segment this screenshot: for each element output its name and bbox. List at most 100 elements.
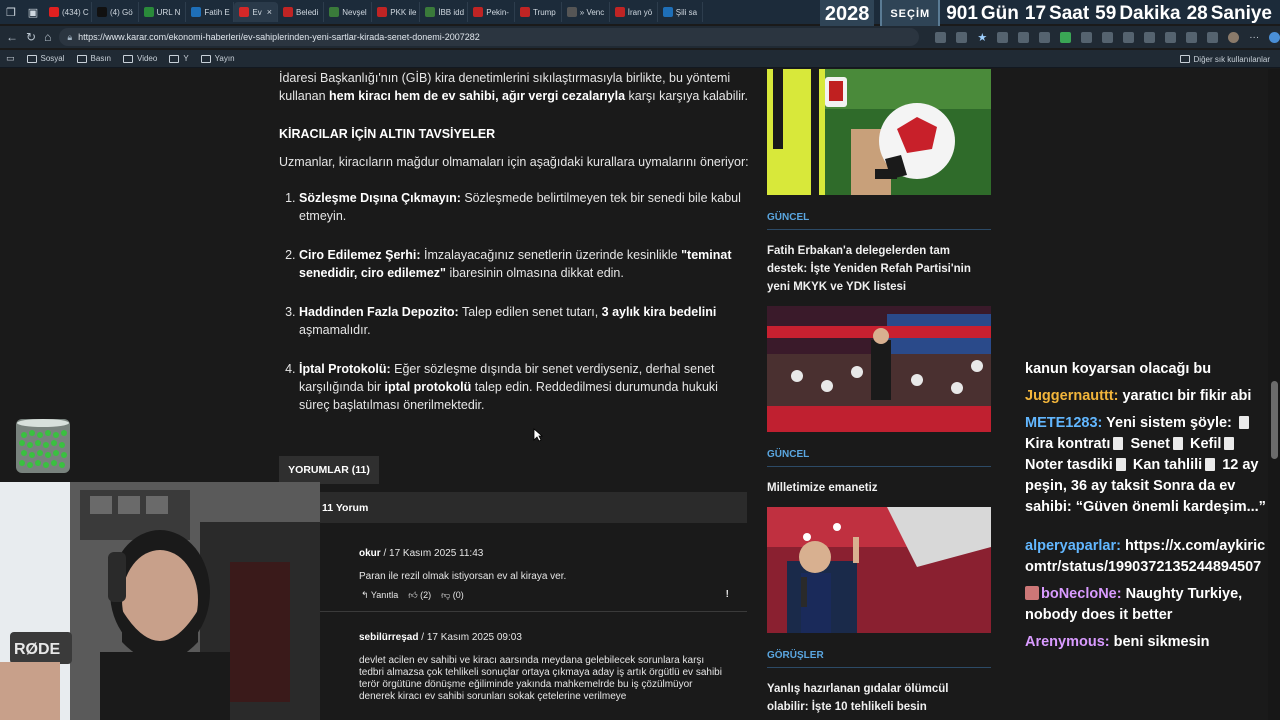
tip-title: Haddinden Fazla Depozito: <box>299 305 459 319</box>
workspaces-icon[interactable]: ❐ <box>0 0 22 24</box>
countdown-badge: SEÇİM <box>880 0 941 28</box>
countdown-minutes-value: 59 <box>1095 3 1117 24</box>
chat-username: boNecloNe: <box>1041 586 1122 602</box>
tab-actions-icon[interactable]: ▣ <box>22 0 44 24</box>
browser-tab[interactable]: PKK ile <box>372 2 421 22</box>
bookmark-folder-video[interactable]: Video <box>123 54 157 63</box>
comments-tab[interactable]: YORUMLAR (11) <box>279 456 379 484</box>
url-field[interactable]: 🔒︎ https://www.karar.com/ekonomi-haberle… <box>59 28 920 46</box>
chat-text-part: Kan tahlili <box>1132 457 1203 473</box>
dislike-count: (0) <box>452 590 464 600</box>
countdown-days-unit: Gün <box>980 3 1019 24</box>
other-bookmarks[interactable]: Diğer sık kullanılanlar <box>1179 50 1270 68</box>
back-icon[interactable]: ← <box>6 30 18 44</box>
browser-tab[interactable]: (434) C <box>44 2 92 22</box>
report-icon[interactable]: ! <box>726 589 729 600</box>
reader-icon[interactable] <box>935 31 947 43</box>
favorite-star-icon[interactable]: ★ <box>977 31 987 44</box>
news-image-football[interactable] <box>767 69 991 195</box>
extension-icon-4[interactable] <box>1060 31 1072 43</box>
browser-tab[interactable]: Nevşel <box>324 2 373 22</box>
more-icon[interactable] <box>956 31 968 43</box>
bookmark-folder-yayin[interactable]: Yayın <box>200 54 235 63</box>
tab-label: Beledi <box>296 7 319 17</box>
extension-icon-1[interactable] <box>997 31 1009 43</box>
folder-icon <box>1179 55 1190 63</box>
comment-author[interactable]: sebilürreşad <box>359 632 418 643</box>
browser-tab[interactable]: Beledi <box>278 2 325 22</box>
profile-avatar-icon[interactable] <box>1228 31 1240 43</box>
tab-favicon-icon <box>239 7 250 17</box>
folder-icon <box>76 54 87 63</box>
news-image-speech[interactable] <box>767 507 991 633</box>
article-body: İdaresi Başkanlığı'nın (GİB) kira deneti… <box>279 69 749 435</box>
bookmark-label: Basın <box>90 54 111 63</box>
extension-icon-2[interactable] <box>1018 31 1030 43</box>
tip-bold: iptal protokolü <box>384 380 472 394</box>
browser-tab[interactable]: Fatih E <box>186 2 235 22</box>
browser-tab[interactable]: Trump <box>515 2 562 22</box>
comment-item: sebilürreşad / 17 Kasım 2025 09:03 devle… <box>279 621 747 720</box>
settings-menu-icon[interactable]: ··· <box>1249 32 1259 43</box>
mouse-cursor-icon <box>533 428 543 442</box>
bookmarks-toggle-icon[interactable]: ▭ <box>6 53 15 64</box>
address-bar: ← ↻ ⌂ 🔒︎ https://www.karar.com/ekonomi-h… <box>0 26 1280 48</box>
chat-text-part: Noter tasdiki <box>1025 457 1113 473</box>
reload-icon[interactable]: ↻ <box>26 30 36 44</box>
tip-item: Haddinden Fazla Depozito: Talep edilen s… <box>299 303 749 339</box>
comment-actions: ↰ Yanıtla 👍︎ (2) 👎︎ (0) <box>361 590 464 601</box>
tab-label: Pekin- <box>486 7 509 17</box>
browser-tab[interactable]: Ev × <box>234 2 278 22</box>
news-category[interactable]: GÜNCEL <box>767 212 991 230</box>
document-emoji-icon <box>1205 458 1216 471</box>
article-lead: Uzmanlar, kiracıların mağdur olmamaları … <box>279 155 749 169</box>
tab-label: URL N <box>156 7 181 17</box>
svg-text:RØDE: RØDE <box>14 641 61 658</box>
bookmark-folder-y[interactable]: Y <box>169 54 189 63</box>
tab-close-icon[interactable]: × <box>267 7 272 17</box>
extension-icon-6[interactable] <box>1102 31 1114 43</box>
collections-icon[interactable] <box>1165 31 1177 43</box>
like-button[interactable]: 👍︎ (2) <box>408 590 431 601</box>
tab-label: PKK ile <box>390 7 417 17</box>
page-scrollbar[interactable] <box>1268 69 1280 720</box>
news-category[interactable]: GÖRÜŞLER <box>767 650 991 668</box>
reply-button[interactable]: ↰ Yanıtla <box>361 590 398 601</box>
favorites-icon[interactable] <box>1144 31 1156 43</box>
tab-label: Trump <box>532 7 556 17</box>
extension-icon-5[interactable] <box>1081 31 1093 43</box>
downloads-icon[interactable] <box>1207 31 1219 43</box>
tab-favicon-icon <box>473 7 484 17</box>
news-image-rally[interactable] <box>767 306 991 432</box>
browser-tab[interactable]: İBB idd <box>420 2 469 22</box>
intro-bold: hem kiracı hem de ev sahibi, ağır vergi … <box>329 89 626 103</box>
home-icon[interactable]: ⌂ <box>44 30 51 44</box>
news-title[interactable]: Yanlış hazırlanan gıdalar ölümcül olabil… <box>767 680 991 716</box>
news-title[interactable]: Milletimize emanetiz <box>767 479 991 497</box>
chat-text: Yeni sistem şöyle: <box>1102 415 1236 431</box>
news-category[interactable]: GÜNCEL <box>767 449 991 467</box>
scrollbar-thumb[interactable] <box>1271 381 1278 459</box>
browser-tab[interactable]: Pekin- <box>468 2 515 22</box>
browser-tab[interactable]: URL N <box>139 2 187 22</box>
news-title[interactable]: Fatih Erbakan'a delegelerden tam destek:… <box>767 242 991 296</box>
split-screen-icon[interactable] <box>1123 31 1135 43</box>
tab-favicon-icon <box>662 7 673 17</box>
tab-label: Fatih E <box>204 7 230 17</box>
comment-author[interactable]: okur <box>359 548 381 559</box>
bookmark-folder-sosyal[interactable]: Sosyal <box>26 54 65 63</box>
browser-tab[interactable]: (4) Gö <box>92 2 139 22</box>
tab-favicon-icon <box>614 7 625 17</box>
tab-strip: (434) C (4) Gö URL N Fatih E Ev × Beledi Nevşel… <box>44 0 744 24</box>
browser-tab[interactable]: İran yö <box>610 2 658 22</box>
browser-tab[interactable]: » Venc <box>562 2 610 22</box>
browser-tab[interactable]: Şili sa <box>658 2 704 22</box>
extension-icon-3[interactable] <box>1039 31 1051 43</box>
copilot-icon[interactable] <box>1269 31 1280 43</box>
other-bookmarks-label: Diğer sık kullanılanlar <box>1193 54 1270 64</box>
lock-icon[interactable]: 🔒︎ <box>67 32 72 43</box>
health-icon[interactable] <box>1186 31 1198 43</box>
dislike-button[interactable]: 👎︎ (0) <box>441 590 464 601</box>
countdown-seconds-value: 28 <box>1186 3 1208 24</box>
bookmark-folder-basin[interactable]: Basın <box>76 54 111 63</box>
